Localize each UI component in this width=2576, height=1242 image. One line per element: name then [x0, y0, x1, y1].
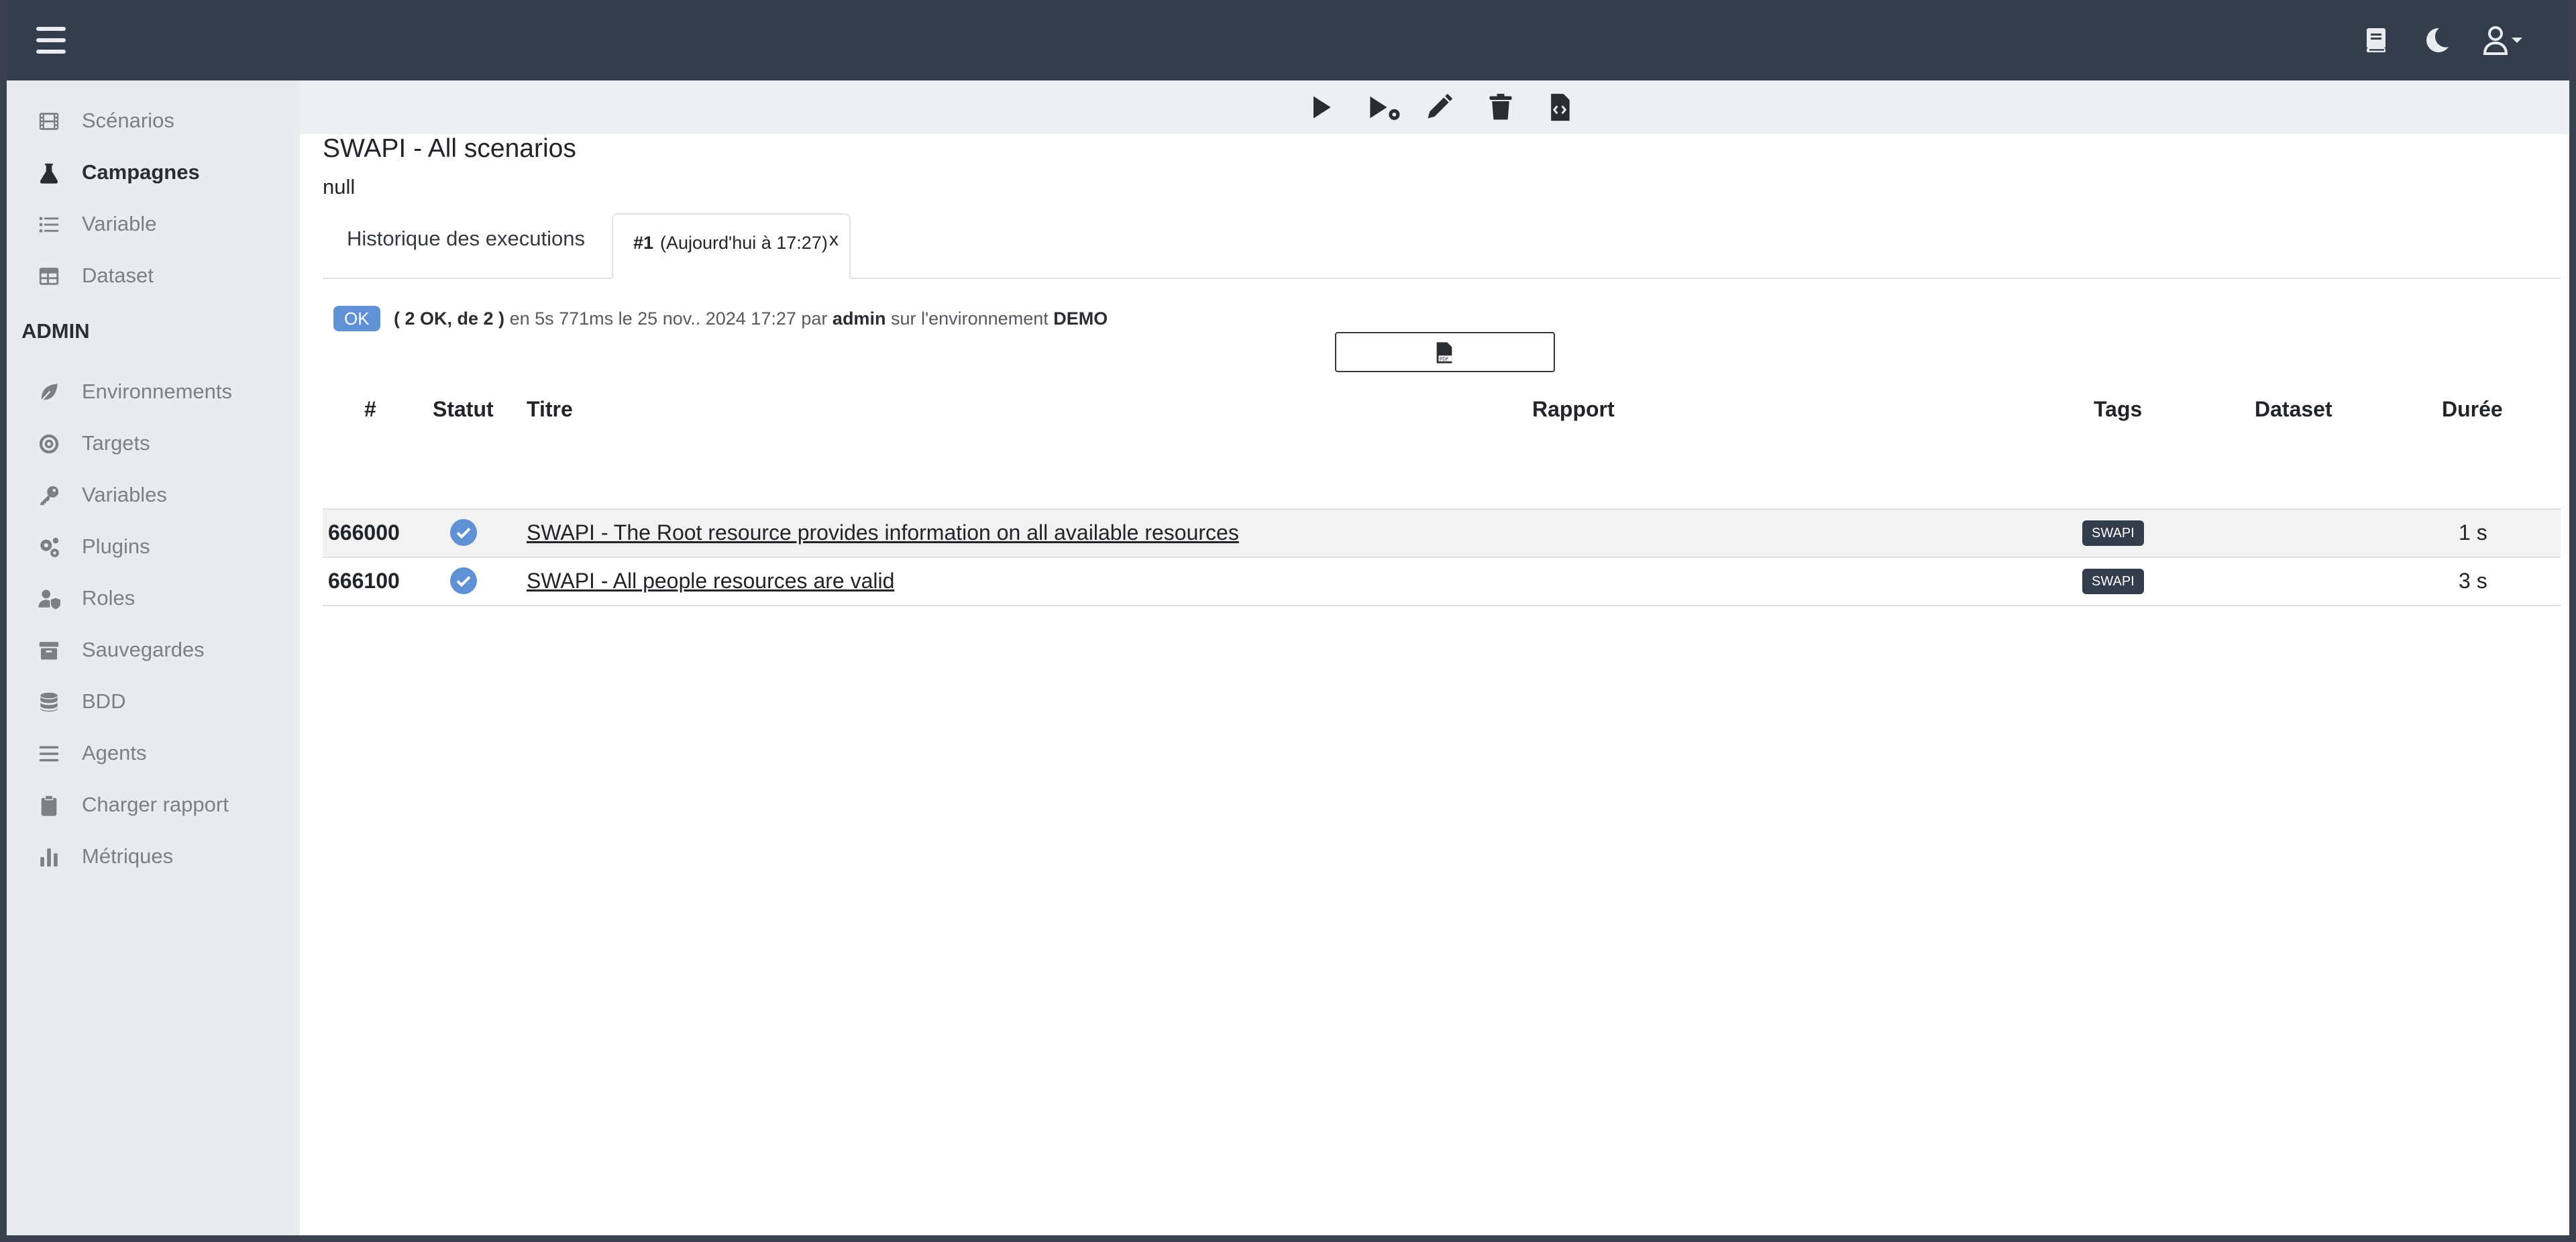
- window-frame: Scénarios Campagnes Variable Dataset ADM…: [0, 0, 2576, 1242]
- menu-toggle-icon[interactable]: [36, 25, 66, 55]
- sidebar-item-charger-rapport[interactable]: Charger rapport: [7, 781, 300, 829]
- trash-icon[interactable]: [1486, 93, 1515, 122]
- col-header-duration: Durée: [2442, 397, 2503, 421]
- sidebar-item-plugins[interactable]: Plugins: [7, 522, 300, 571]
- sidebar-item-dataset[interactable]: Dataset: [7, 251, 300, 300]
- bars-icon: [38, 742, 60, 765]
- sidebar-item-label: Sauvegardes: [82, 638, 205, 661]
- sidebar: Scénarios Campagnes Variable Dataset ADM…: [7, 80, 300, 1235]
- tab-execution-date: (Aujourd'hui à 17:27): [660, 233, 828, 253]
- summary-text-1: en 5s 771ms le 25 nov.. 2024 17:27 par: [509, 308, 828, 329]
- sidebar-item-environnements[interactable]: Environnements: [7, 368, 300, 416]
- sidebar-item-label: Variable: [82, 212, 157, 235]
- database-icon: [38, 691, 60, 714]
- tab-execution-number: #1: [633, 233, 654, 253]
- sidebar-item-bdd[interactable]: BDD: [7, 677, 300, 726]
- table-bottom-border: [323, 605, 2561, 606]
- top-navbar: [7, 0, 2569, 80]
- summary-counts: ( 2 OK, de 2 ): [394, 308, 505, 329]
- col-header-status: Statut: [433, 397, 494, 421]
- key-icon: [38, 484, 60, 507]
- clipboard-icon: [38, 794, 60, 817]
- close-icon[interactable]: x: [829, 230, 844, 249]
- summary-text: ( 2 OK, de 2 ) en 5s 771ms le 25 nov.. 2…: [394, 308, 1108, 329]
- target-icon: [38, 433, 60, 455]
- campaign-toolbar: [300, 80, 2569, 134]
- flask-icon: [38, 162, 60, 184]
- page-subtitle: null: [323, 175, 356, 199]
- pdf-file-icon: PDF: [1436, 342, 1452, 363]
- main-content: SWAPI - All scenarios null Historique de…: [300, 80, 2569, 1235]
- tab-execution-1[interactable]: #1 (Aujourd'hui à 17:27) x: [612, 213, 851, 279]
- sidebar-item-label: Targets: [82, 431, 150, 455]
- col-header-report: Rapport: [1532, 397, 1615, 421]
- sidebar-item-metriques[interactable]: Métriques: [7, 832, 300, 881]
- moon-icon[interactable]: [2420, 24, 2453, 56]
- file-code-icon[interactable]: [1545, 93, 1574, 122]
- sidebar-item-label: Charger rapport: [82, 793, 229, 816]
- sidebar-item-roles[interactable]: Roles: [7, 574, 300, 622]
- check-circle-icon: [450, 519, 477, 546]
- export-pdf-button[interactable]: PDF: [1335, 332, 1555, 372]
- table-icon: [38, 265, 60, 288]
- sidebar-item-agents[interactable]: Agents: [7, 729, 300, 777]
- table-row: 666100 SWAPI - All people resources are …: [323, 557, 2561, 605]
- sidebar-item-label: Campagnes: [82, 160, 200, 184]
- gears-icon: [38, 536, 60, 559]
- sidebar-item-campagnes[interactable]: Campagnes: [7, 148, 300, 196]
- col-header-title: Titre: [527, 397, 573, 421]
- sidebar-item-scenarios[interactable]: Scénarios: [7, 97, 300, 145]
- chart-bar-icon: [38, 846, 60, 868]
- page-title: SWAPI - All scenarios: [323, 134, 576, 163]
- sidebar-item-label: Métriques: [82, 844, 174, 868]
- user-shield-icon: [38, 587, 60, 610]
- app: Scénarios Campagnes Variable Dataset ADM…: [7, 0, 2569, 1235]
- pencil-icon[interactable]: [1424, 93, 1454, 122]
- tab-history[interactable]: Historique des executions: [347, 227, 585, 251]
- leaf-icon: [38, 381, 60, 404]
- scenario-id: 666000: [328, 520, 400, 545]
- sidebar-item-label: Scénarios: [82, 109, 174, 132]
- scenario-duration: 3 s: [2459, 569, 2487, 593]
- summary-text-2: sur l'environnement: [890, 308, 1049, 329]
- tag-badge: SWAPI: [2082, 569, 2144, 594]
- sidebar-item-label: Agents: [82, 741, 147, 765]
- sidebar-item-label: Dataset: [82, 264, 154, 287]
- scenario-title-link[interactable]: SWAPI - The Root resource provides infor…: [527, 520, 1239, 545]
- archive-icon: [38, 639, 60, 662]
- user-menu-icon[interactable]: [2482, 24, 2525, 56]
- film-icon: [38, 110, 60, 133]
- svg-text:PDF: PDF: [1440, 355, 1449, 361]
- sidebar-item-label: BDD: [82, 689, 126, 713]
- check-circle-icon: [450, 567, 477, 594]
- status-badge: OK: [333, 306, 380, 331]
- tag-badge: SWAPI: [2082, 520, 2144, 546]
- sidebar-item-targets[interactable]: Targets: [7, 419, 300, 467]
- sidebar-item-sauvegardes[interactable]: Sauvegardes: [7, 626, 300, 674]
- scenario-title-link[interactable]: SWAPI - All people resources are valid: [527, 569, 894, 594]
- col-header-tags: Tags: [2094, 397, 2143, 421]
- col-header-num: #: [364, 397, 376, 421]
- play-settings-icon[interactable]: [1366, 93, 1403, 122]
- scenario-duration: 1 s: [2459, 520, 2487, 545]
- book-icon[interactable]: [2360, 24, 2392, 56]
- table-row: 666000 SWAPI - The Root resource provide…: [323, 508, 2561, 557]
- col-header-dataset: Dataset: [2255, 397, 2332, 421]
- summary-environment: DEMO: [1053, 308, 1108, 329]
- admin-heading: ADMIN: [21, 319, 90, 343]
- play-icon[interactable]: [1306, 93, 1336, 122]
- summary-user: admin: [832, 308, 886, 329]
- sidebar-item-label: Variables: [82, 483, 167, 506]
- sidebar-item-label: Roles: [82, 586, 136, 610]
- scenario-id: 666100: [328, 569, 400, 593]
- sidebar-item-label: Environnements: [82, 380, 233, 403]
- list-icon: [38, 213, 60, 236]
- sidebar-item-label: Plugins: [82, 534, 150, 558]
- sidebar-item-variables[interactable]: Variables: [7, 471, 300, 519]
- sidebar-item-variable[interactable]: Variable: [7, 200, 300, 248]
